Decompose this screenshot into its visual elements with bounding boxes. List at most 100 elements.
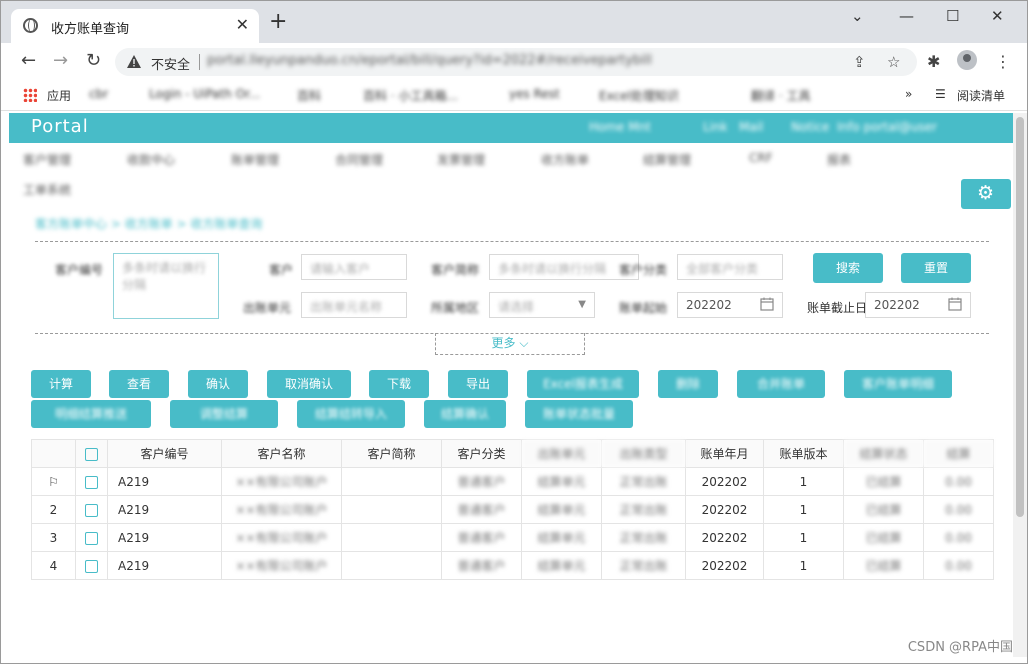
search-button[interactable]: 搜索 [813, 253, 883, 283]
menu-item[interactable]: 报表 [827, 151, 851, 168]
bookmark-item[interactable]: 百科 · 小工具箱... [363, 87, 458, 104]
customer-type-select[interactable]: 全部客户分类 [677, 254, 783, 280]
row-checkbox[interactable] [75, 551, 108, 580]
menu-dots-icon[interactable]: ⋮ [995, 52, 1011, 71]
column-header[interactable]: 客户编号 [107, 439, 222, 468]
back-arrow-icon[interactable]: ← [21, 52, 36, 70]
adjust-settlement-button[interactable]: 调整结算 [170, 400, 278, 428]
window-close-icon[interactable]: ✕ [991, 7, 1004, 25]
scrollbar-thumb[interactable] [1016, 117, 1024, 517]
view-button[interactable]: 查看 [109, 370, 169, 398]
column-header[interactable]: 客户简称 [341, 439, 442, 468]
menu-item[interactable]: 收款中心 [127, 151, 175, 168]
column-header[interactable]: 账单年月 [685, 439, 764, 468]
maximize-icon[interactable]: ☐ [946, 7, 959, 25]
out-unit-input[interactable]: 出账单元名称 [301, 292, 407, 318]
menu-item[interactable]: CRF [749, 151, 773, 165]
row-index: 4 [31, 551, 76, 580]
table-row[interactable]: ⚐ A219 ××有限公司账户 普通客户 结算单元 正常出账 202202 1 … [31, 467, 994, 496]
select-all-checkbox[interactable] [75, 439, 108, 468]
customer-abbr-input[interactable]: 多条时请以换行分隔 [489, 254, 639, 280]
customer-bill-detail-button[interactable]: 客户账单明细 [844, 370, 952, 398]
excel-report-button[interactable]: Excel报表生成 [527, 370, 639, 398]
chevron-down-icon[interactable]: ⌄ [851, 7, 864, 25]
reset-button[interactable]: 重置 [901, 253, 971, 283]
cancel-confirm-button[interactable]: 取消确认 [267, 370, 351, 398]
customer-input[interactable]: 请输入客户 [301, 254, 407, 280]
portal-logo[interactable]: Portal [31, 116, 89, 137]
bill-start-date[interactable]: 202202 [677, 292, 783, 318]
bookmark-item[interactable]: 百科 [297, 87, 321, 104]
amount-cell: 0.00 [923, 551, 994, 580]
close-tab-icon[interactable]: ✕ [236, 15, 249, 34]
bookmark-apps[interactable]: 应用 [47, 87, 71, 104]
download-button[interactable]: 下载 [369, 370, 429, 398]
reload-icon[interactable]: ↻ [86, 52, 101, 70]
column-header[interactable]: 客户名称 [221, 439, 342, 468]
column-header[interactable]: 账单版本 [763, 439, 844, 468]
share-icon[interactable]: ⇪ [853, 53, 866, 71]
more-bookmarks-icon[interactable]: » [905, 87, 912, 101]
header-link[interactable]: Mail [739, 120, 763, 134]
column-header[interactable]: 出账单元 [521, 439, 602, 468]
table-row[interactable]: 2 A219 ××有限公司账户 普通客户 结算单元 正常出账 202202 1 … [31, 495, 994, 524]
settlement-import-button[interactable]: 结算结转导入 [297, 400, 405, 428]
checkbox-icon [85, 531, 98, 545]
star-icon[interactable]: ☆ [887, 53, 900, 71]
row-checkbox[interactable] [75, 495, 108, 524]
new-tab-button[interactable]: + [269, 11, 287, 33]
reading-list-icon[interactable]: ☰ [935, 87, 946, 101]
menu-item[interactable]: 账单管理 [231, 151, 279, 168]
column-header[interactable]: 出账类型 [601, 439, 686, 468]
header-link[interactable]: Link [703, 120, 728, 134]
extensions-icon[interactable]: ✱ [927, 52, 940, 71]
menu-item[interactable]: 结算管理 [643, 151, 691, 168]
region-select[interactable]: 请选择 ▼ [489, 292, 595, 318]
address-bar[interactable]: 不安全 portal.lleyunpanduo.cn/eportal/bill/… [115, 48, 917, 76]
header-link[interactable]: Home Mnt [589, 120, 651, 134]
user-info[interactable]: Info portal@user [837, 120, 937, 134]
reading-list[interactable]: 阅读清单 [957, 87, 1005, 104]
settings-button[interactable]: ⚙ [961, 179, 1011, 209]
settlement-confirm-button[interactable]: 结算确认 [424, 400, 506, 428]
bill-end-date[interactable]: 202202 [865, 292, 971, 318]
minimize-icon[interactable]: — [899, 7, 914, 25]
column-header[interactable]: 结算状态 [843, 439, 924, 468]
menu-item[interactable]: 客户管理 [23, 151, 71, 168]
delete-button[interactable]: 删除 [658, 370, 718, 398]
vertical-scrollbar[interactable] [1013, 113, 1027, 657]
menu-item[interactable]: 工单系统 [23, 181, 71, 198]
export-button[interactable]: 导出 [448, 370, 508, 398]
header-link[interactable]: Notice [791, 120, 829, 134]
breadcrumb[interactable]: 客方账单中心 > 收方账单 > 收方账单查询 [35, 215, 262, 232]
apps-grid-icon[interactable] [23, 88, 37, 102]
confirm-button[interactable]: 确认 [188, 370, 248, 398]
bookmark-item[interactable]: Login - UiPath Or... [149, 87, 260, 101]
detail-push-button[interactable]: 明细结算推送 [31, 400, 151, 428]
column-header[interactable]: 客户分类 [441, 439, 522, 468]
row-checkbox[interactable] [75, 467, 108, 496]
out-unit-cell: 结算单元 [521, 467, 602, 496]
bookmark-item[interactable]: 翻译 · 工具 [751, 87, 810, 104]
module-menu: 客户管理 收款中心 账单管理 合同管理 发票管理 收方账单 结算管理 CRF 报… [9, 143, 1013, 207]
more-filters-button[interactable]: 更多 ⌵ [435, 333, 585, 355]
active-tab[interactable]: 收方账单查询 ✕ [11, 9, 259, 43]
menu-item[interactable]: 收方账单 [541, 151, 589, 168]
table-row[interactable]: 3 A219 ××有限公司账户 普通客户 结算单元 正常出账 202202 1 … [31, 523, 994, 552]
bookmark-item[interactable]: yes Rest [509, 87, 560, 101]
merge-bill-button[interactable]: 合并账单 [737, 370, 825, 398]
forward-arrow-icon[interactable]: → [53, 52, 68, 70]
customer-abbr-cell [341, 495, 442, 524]
calculate-button[interactable]: 计算 [31, 370, 91, 398]
bookmark-item[interactable]: Excel处理知识 [599, 87, 679, 104]
customer-no-textarea[interactable]: 多条时请以换行分隔 [113, 253, 219, 319]
row-checkbox[interactable] [75, 523, 108, 552]
menu-item[interactable]: 合同管理 [335, 151, 383, 168]
profile-avatar[interactable] [957, 50, 977, 70]
bookmark-item[interactable]: cbr [89, 87, 108, 101]
table-row[interactable]: 4 A219 ××有限公司账户 普通客户 结算单元 正常出账 202202 1 … [31, 551, 994, 580]
menu-item[interactable]: 发票管理 [437, 151, 485, 168]
checkbox-icon [85, 503, 98, 517]
column-header[interactable]: 结算 [923, 439, 994, 468]
bill-status-batch-button[interactable]: 账单状态批量 [525, 400, 633, 428]
